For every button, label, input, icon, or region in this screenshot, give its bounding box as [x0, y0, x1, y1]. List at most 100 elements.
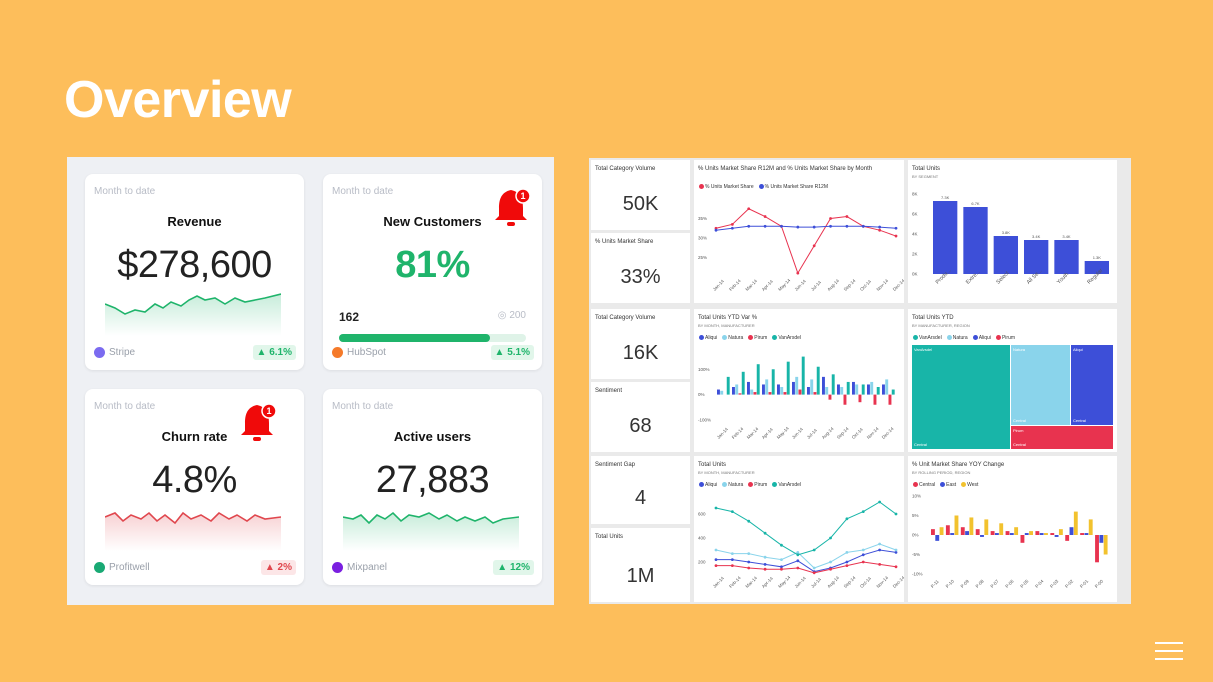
bar: [1024, 240, 1049, 274]
bar: [965, 531, 970, 535]
tile-label: Sentiment: [595, 388, 623, 394]
x-tick-label: P-05: [1019, 578, 1030, 589]
treemap-cell-aliqui[interactable]: Aliqui Central: [1071, 345, 1113, 425]
notification-count: 1: [266, 406, 271, 416]
bar: [891, 389, 895, 395]
notification-count: 1: [520, 191, 525, 201]
data-point: [747, 552, 751, 555]
revenue-card[interactable]: Month to date Revenue $278,600 Stripe ▲ …: [85, 174, 304, 370]
churn-rate-card[interactable]: Month to date Churn rate 4.8% 1 Profitwe…: [85, 389, 304, 585]
y-tick-label: 400: [698, 536, 706, 541]
x-tick-label: Nov-14: [875, 575, 889, 589]
data-point: [714, 548, 718, 552]
data-point: [812, 566, 816, 570]
data-point: [796, 551, 800, 554]
bar: [747, 381, 750, 395]
market-share-yoy-chart[interactable]: % Unit Market Share YOY Change BY ROLLIN…: [908, 456, 1117, 602]
y-tick-label: 2K: [912, 252, 918, 257]
bar: [1009, 533, 1014, 535]
kpi-tile[interactable]: Total Units 1M: [591, 528, 690, 602]
card-period: Month to date: [94, 186, 156, 197]
y-tick-label: 4K: [912, 232, 918, 237]
change-badge: ▲ 5.1%: [490, 345, 534, 360]
bar: [837, 384, 840, 395]
data-point: [796, 271, 800, 275]
data-point: [829, 224, 832, 228]
ytd-var-column-chart[interactable]: Total Units YTD Var % BY MONTH, MANUFACT…: [694, 309, 904, 452]
data-label: 6.7K: [971, 201, 980, 206]
churn-value: 4.8%: [152, 459, 237, 501]
treemap-cell-pirum[interactable]: Pirum Central: [1011, 426, 1113, 449]
series-line: [715, 208, 897, 275]
data-point: [714, 564, 718, 567]
revenue-sparkline: [105, 293, 281, 336]
treemap-cell-natura[interactable]: Natura Central: [1011, 345, 1070, 425]
series-line: [716, 561, 897, 574]
data-point: [812, 571, 816, 575]
data-point: [829, 560, 832, 564]
bar: [1054, 240, 1079, 274]
x-tick-label: May-14: [776, 425, 790, 439]
data-point: [780, 543, 783, 547]
data-point: [730, 226, 734, 230]
bar: [753, 392, 757, 395]
bar: [1020, 535, 1025, 543]
bar: [831, 374, 835, 395]
kpi-tile[interactable]: Sentiment 68: [591, 382, 690, 452]
bar: [933, 201, 958, 274]
y-tick-label: 6K: [912, 212, 918, 217]
tile-label: Total Category Volume: [595, 315, 656, 321]
x-tick-label: Feb-14: [728, 575, 742, 589]
bar: [1103, 535, 1108, 555]
kpi-tile[interactable]: Sentiment Gap 4: [591, 456, 690, 524]
kpi-tile[interactable]: % Units Market Share 33%: [591, 233, 690, 303]
bar: [810, 379, 814, 395]
y-tick-label: 0%: [912, 533, 919, 538]
bar: [771, 369, 775, 395]
bar: [939, 527, 944, 535]
kpi-tile[interactable]: Total Category Volume 16K: [591, 309, 690, 379]
chart-legend: Aliqui Natura Pirum VanArsdel: [699, 482, 801, 488]
bell-icon[interactable]: 1: [239, 401, 279, 445]
bar: [855, 384, 859, 395]
data-point: [878, 548, 882, 552]
data-point: [861, 510, 865, 513]
data-point: [829, 217, 832, 220]
bar: [990, 531, 995, 535]
bar: [720, 390, 724, 395]
hamburger-menu-icon[interactable]: [1155, 642, 1183, 662]
change-badge: ▲ 12%: [493, 560, 534, 575]
data-point: [861, 548, 865, 552]
tile-value: 16K: [622, 342, 659, 364]
bar: [870, 381, 874, 395]
kpi-tile[interactable]: Total Category Volume 50K: [591, 160, 690, 230]
data-point: [845, 551, 849, 554]
market-share-line-chart[interactable]: % Units Market Share R12M and % Units Ma…: [694, 160, 904, 303]
progress-count: 162: [339, 310, 360, 324]
x-tick-label: Sep-14: [843, 575, 857, 589]
data-point: [780, 567, 783, 571]
y-tick-label: 35%: [698, 216, 707, 221]
units-ytd-treemap[interactable]: Total Units YTD BY MANUFACTURER, REGION …: [908, 309, 1117, 452]
y-tick-label: 100%: [698, 367, 710, 372]
chart-subtitle: BY MONTH, MANUFACTURER: [698, 470, 755, 475]
data-point: [894, 548, 898, 552]
bell-icon[interactable]: 1: [493, 186, 533, 230]
data-point: [780, 558, 783, 561]
treemap-cell-vanarsdel[interactable]: VanArsdel Central: [912, 345, 1010, 449]
active-users-card[interactable]: Month to date Active users 27,883 Mixpan…: [323, 389, 542, 585]
data-point: [894, 512, 898, 516]
bar: [935, 535, 940, 541]
new-customers-card[interactable]: Month to date New Customers 81% 1 162 ◎ …: [323, 174, 542, 370]
bar: [888, 394, 892, 405]
y-tick-label: 200: [698, 560, 706, 565]
bar: [1014, 527, 1019, 535]
chart-subtitle: BY ROLLING PERIOD, REGION: [912, 470, 971, 475]
bar: [1035, 531, 1040, 535]
data-label: 3.8K: [1002, 230, 1011, 235]
units-by-month-line-chart[interactable]: Total Units BY MONTH, MANUFACTURER Aliqu…: [694, 456, 904, 602]
tile-label: % Units Market Share: [595, 239, 654, 245]
units-by-segment-chart[interactable]: Total Units BY SEGMENT 8K 6K 4K 2K 0K 7.3K Pro…: [908, 160, 1117, 303]
data-point: [714, 558, 718, 561]
data-point: [894, 551, 898, 554]
